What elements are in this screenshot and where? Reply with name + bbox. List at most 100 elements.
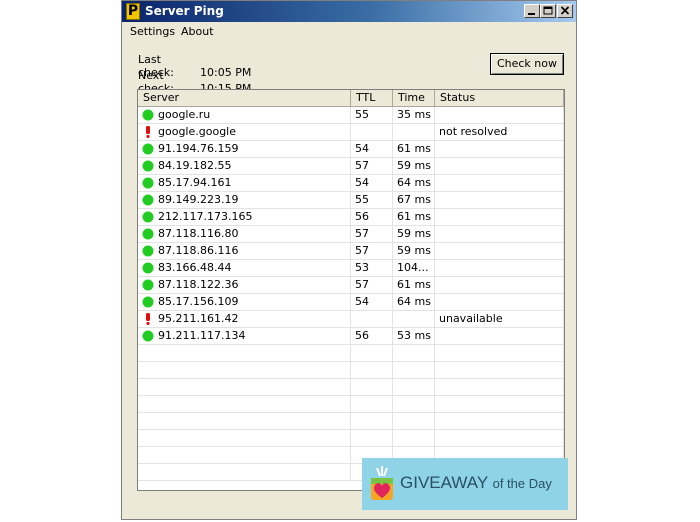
- time-cell: 61 ms: [393, 277, 435, 293]
- time-cell: [393, 362, 435, 378]
- table-row[interactable]: 89.149.223.19 55 67 ms: [138, 192, 564, 209]
- giveaway-text: GIVEAWAY of the Day: [400, 473, 552, 493]
- ttl-cell: 55: [351, 192, 393, 208]
- server-cell-text: 83.166.48.44: [158, 261, 232, 274]
- status-cell: [435, 226, 564, 242]
- status-ok-icon: [142, 177, 154, 189]
- status-error-icon: [146, 313, 150, 325]
- status-cell: [435, 192, 564, 208]
- empty-row: [138, 345, 564, 362]
- table-row[interactable]: 91.211.117.134 56 53 ms: [138, 328, 564, 345]
- time-cell: 53 ms: [393, 328, 435, 344]
- ttl-cell-text: 57: [355, 159, 369, 172]
- table-row[interactable]: 87.118.116.80 57 59 ms: [138, 226, 564, 243]
- empty-row: [138, 379, 564, 396]
- empty-row: [138, 396, 564, 413]
- status-ok-icon: [142, 143, 154, 155]
- table-row[interactable]: 95.211.161.42 unavailable: [138, 311, 564, 328]
- col-header-status[interactable]: Status: [435, 90, 564, 107]
- time-cell: [393, 396, 435, 412]
- server-cell: google.ru: [138, 107, 351, 123]
- ttl-cell-text: 55: [355, 193, 369, 206]
- ttl-cell: 53: [351, 260, 393, 276]
- time-cell-text: 61 ms: [397, 278, 431, 291]
- status-cell: [435, 413, 564, 429]
- status-cell: [435, 141, 564, 157]
- status-cell-text: not resolved: [439, 125, 508, 138]
- status-ok-icon: [142, 109, 154, 121]
- status-cell: [435, 345, 564, 361]
- status-ok-icon: [142, 245, 154, 257]
- table-row[interactable]: 87.118.122.36 57 61 ms: [138, 277, 564, 294]
- server-cell: 87.118.86.116: [138, 243, 351, 259]
- menu-settings[interactable]: Settings: [130, 25, 175, 38]
- minimize-button[interactable]: [524, 4, 540, 18]
- table-row[interactable]: 83.166.48.44 53 104...: [138, 260, 564, 277]
- table-row[interactable]: google.google not resolved: [138, 124, 564, 141]
- ttl-cell-text: 53: [355, 261, 369, 274]
- ttl-cell-text: 54: [355, 295, 369, 308]
- time-cell-text: 59 ms: [397, 227, 431, 240]
- ttl-cell: [351, 311, 393, 327]
- table-row[interactable]: 91.194.76.159 54 61 ms: [138, 141, 564, 158]
- table-row[interactable]: 84.19.182.55 57 59 ms: [138, 158, 564, 175]
- status-cell: [435, 362, 564, 378]
- time-cell: 64 ms: [393, 175, 435, 191]
- status-ok-icon: [142, 228, 154, 240]
- empty-row: [138, 413, 564, 430]
- server-cell: 83.166.48.44: [138, 260, 351, 276]
- server-cell-text: 85.17.94.161: [158, 176, 232, 189]
- ttl-cell: [351, 345, 393, 361]
- minimize-icon: [528, 13, 535, 15]
- server-cell: [138, 447, 351, 463]
- ttl-cell: 54: [351, 294, 393, 310]
- ttl-cell-text: 56: [355, 329, 369, 342]
- server-table[interactable]: Server TTL Time Status google.ru 55 35 ms g…: [137, 89, 565, 491]
- time-cell-text: 104...: [397, 261, 429, 274]
- col-header-time[interactable]: Time: [393, 90, 435, 107]
- time-cell: [393, 430, 435, 446]
- server-cell: 95.211.161.42: [138, 311, 351, 327]
- table-row[interactable]: 212.117.173.165 56 61 ms: [138, 209, 564, 226]
- table-body: google.ru 55 35 ms google.google not resolve…: [138, 107, 564, 481]
- table-row[interactable]: google.ru 55 35 ms: [138, 107, 564, 124]
- maximize-button[interactable]: [540, 4, 556, 18]
- ttl-cell: 57: [351, 226, 393, 242]
- status-ok-icon: [142, 194, 154, 206]
- close-button[interactable]: [557, 4, 573, 18]
- server-cell: [138, 464, 351, 480]
- app-icon: P: [126, 3, 140, 20]
- server-cell: 87.118.116.80: [138, 226, 351, 242]
- time-cell: [393, 345, 435, 361]
- status-error-icon: [146, 126, 150, 138]
- server-cell: 87.118.122.36: [138, 277, 351, 293]
- giveaway-suffix: of the Day: [492, 476, 552, 491]
- time-cell: 61 ms: [393, 141, 435, 157]
- table-row[interactable]: 85.17.156.109 54 64 ms: [138, 294, 564, 311]
- check-now-button[interactable]: Check now: [490, 53, 564, 75]
- status-cell: [435, 396, 564, 412]
- time-cell: [393, 124, 435, 140]
- server-cell: [138, 345, 351, 361]
- time-cell: [393, 311, 435, 327]
- status-cell: [435, 209, 564, 225]
- table-row[interactable]: 87.118.86.116 57 59 ms: [138, 243, 564, 260]
- menu-about[interactable]: About: [181, 25, 214, 38]
- ttl-cell: 57: [351, 243, 393, 259]
- ttl-cell-text: 57: [355, 244, 369, 257]
- time-cell-text: 64 ms: [397, 176, 431, 189]
- time-cell-text: 64 ms: [397, 295, 431, 308]
- ttl-cell: [351, 430, 393, 446]
- time-cell: 61 ms: [393, 209, 435, 225]
- time-cell: 104...: [393, 260, 435, 276]
- table-row[interactable]: 85.17.94.161 54 64 ms: [138, 175, 564, 192]
- ttl-cell: [351, 124, 393, 140]
- status-cell: [435, 107, 564, 123]
- giveaway-watermark: GIVEAWAY of the Day: [362, 458, 568, 510]
- col-header-ttl[interactable]: TTL: [351, 90, 393, 107]
- col-header-server[interactable]: Server: [138, 90, 351, 107]
- status-ok-icon: [142, 296, 154, 308]
- title-bar[interactable]: P Server Ping: [122, 1, 576, 22]
- ttl-cell-text: 57: [355, 227, 369, 240]
- time-cell: 64 ms: [393, 294, 435, 310]
